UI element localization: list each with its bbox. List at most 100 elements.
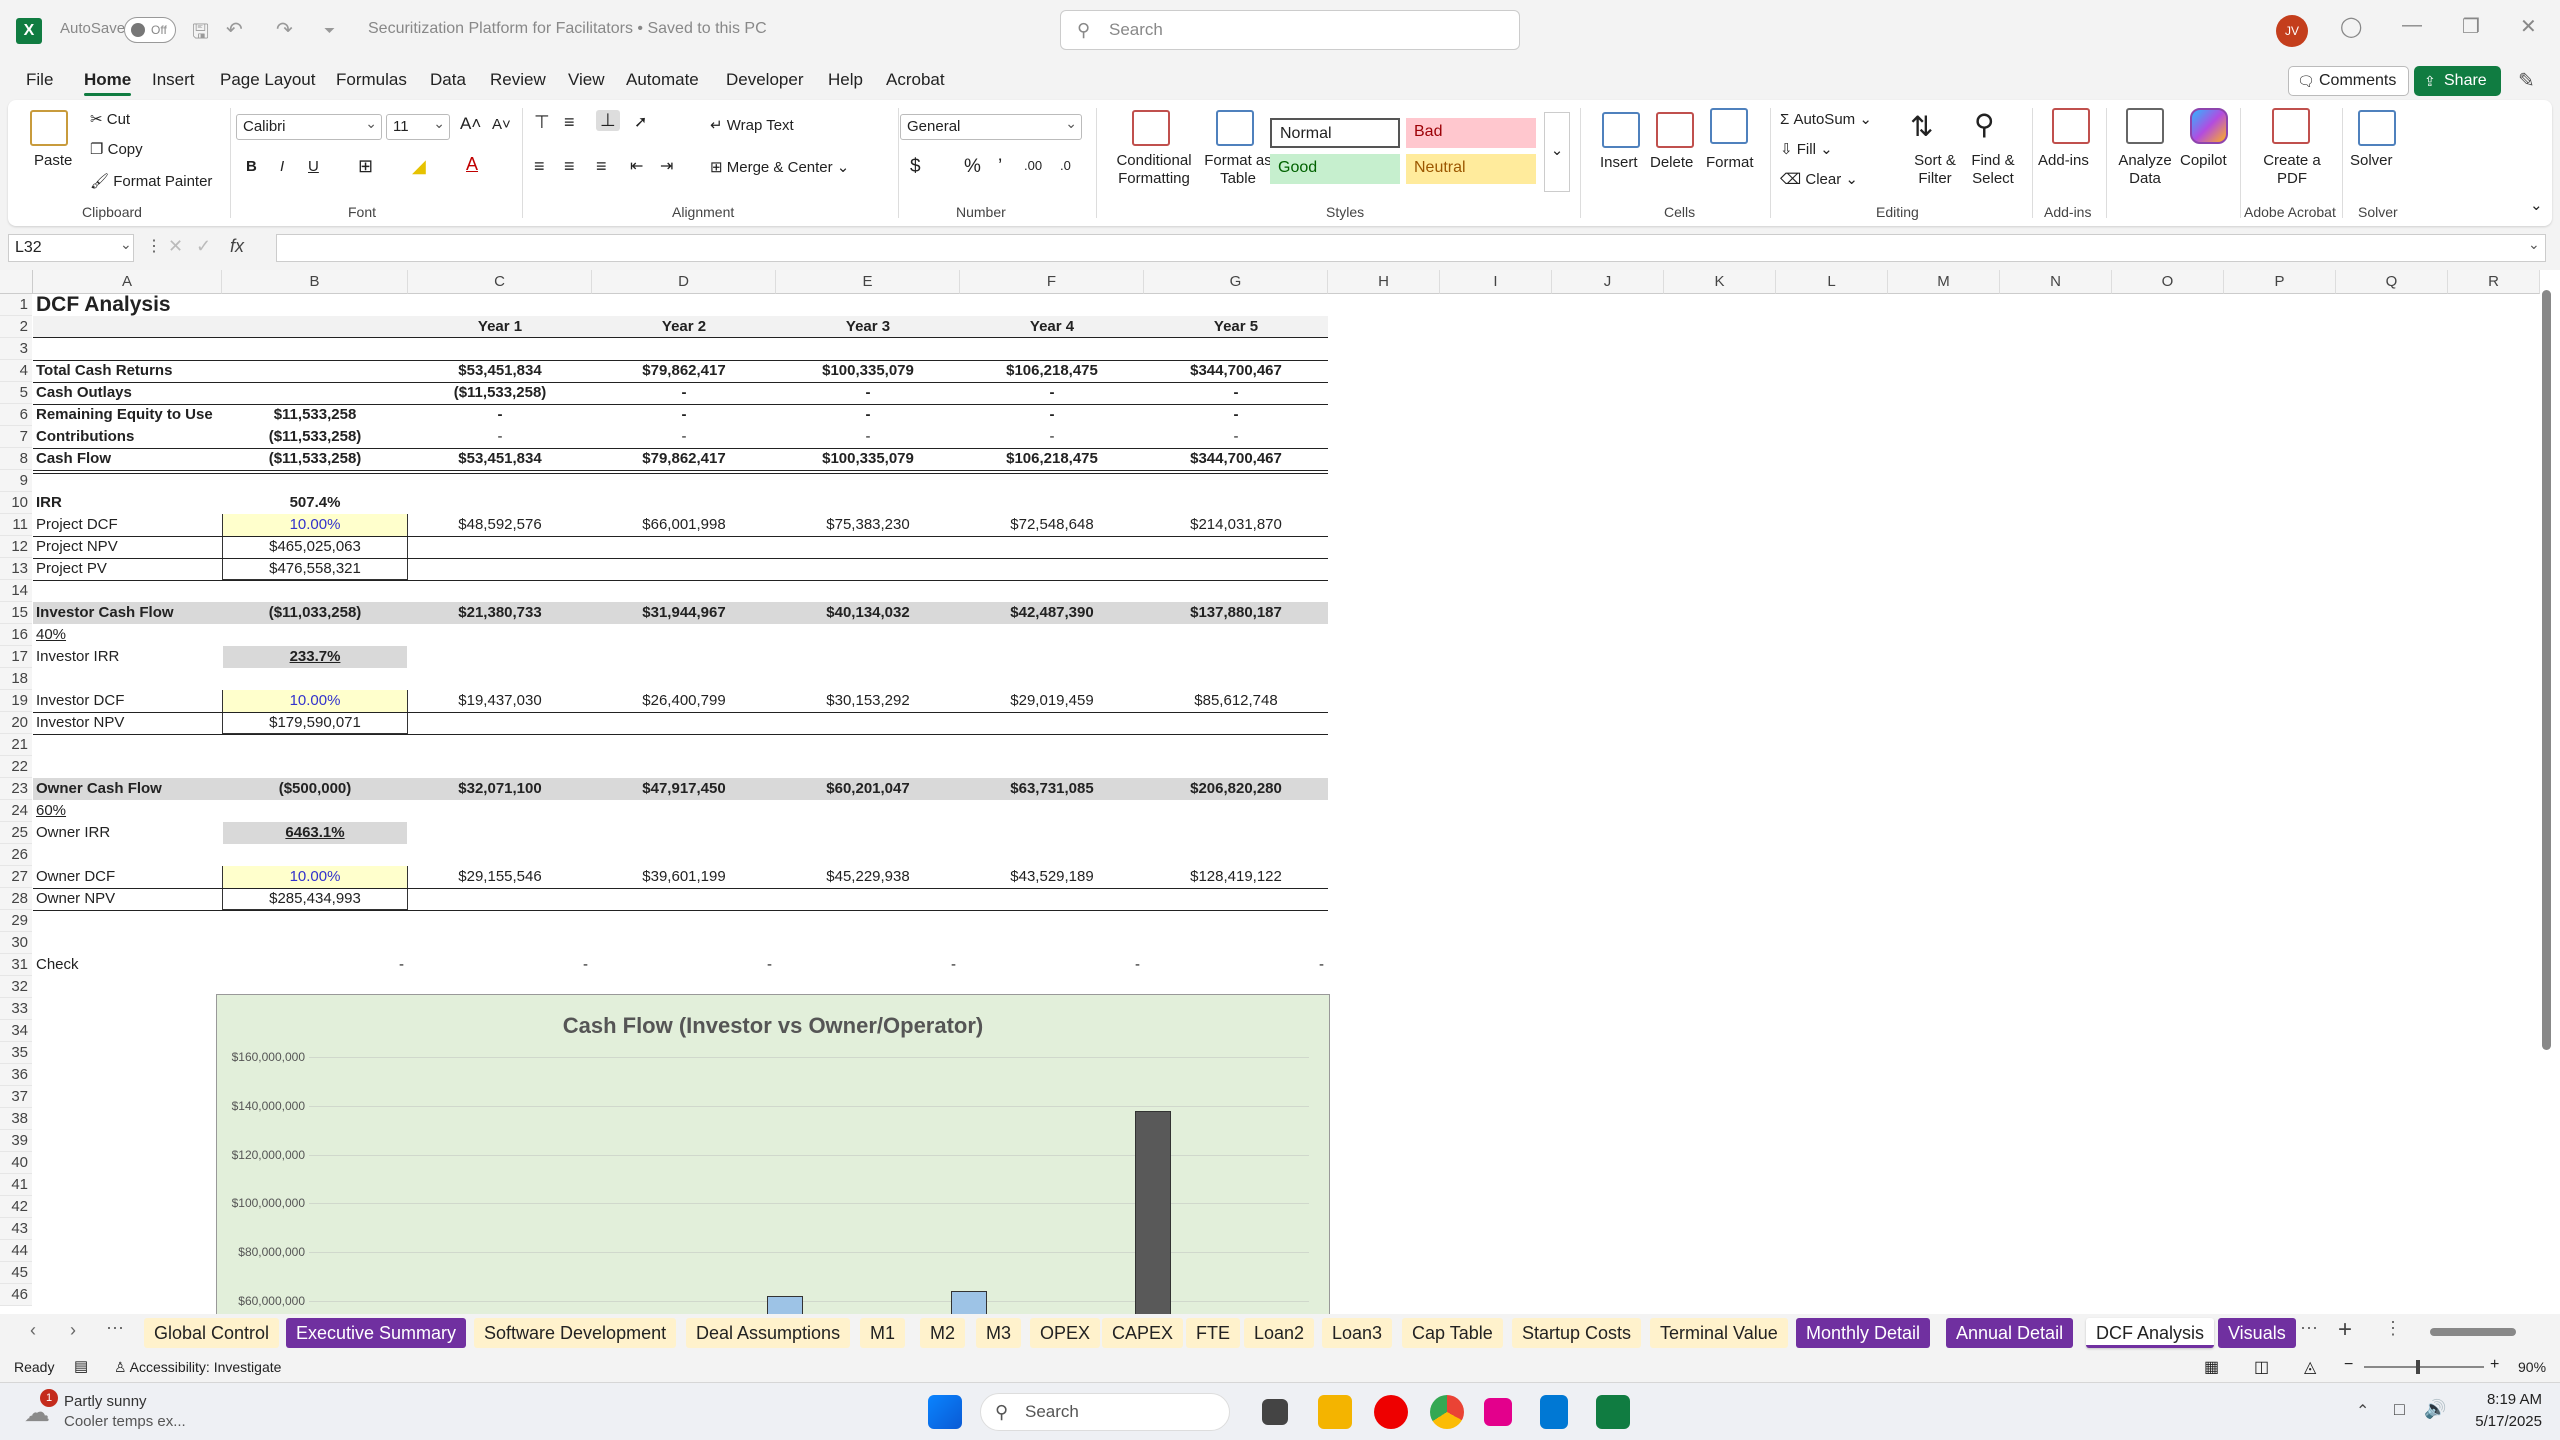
year-value[interactable]: $39,601,199 [592,866,776,888]
decrease-font-icon[interactable]: A˅ [492,116,511,133]
year-value[interactable]: $30,153,292 [776,690,960,712]
year-value[interactable]: - [592,404,776,426]
column-header[interactable]: R [2448,270,2540,294]
row-header[interactable]: 23 [0,778,32,800]
create-pdf-icon[interactable] [2272,108,2310,144]
row-header[interactable]: 3 [0,338,32,360]
column-header[interactable]: G [1144,270,1328,294]
row-label[interactable]: Contributions [36,426,216,448]
copilot-pane-icon[interactable]: ✎ [2518,68,2535,93]
year-value[interactable]: $106,218,475 [960,448,1144,470]
sheet-tab[interactable]: Cap Table [1402,1318,1503,1348]
sheet-tab[interactable]: Annual Detail [1946,1318,2074,1348]
row-label[interactable]: Cash Outlays [36,382,216,404]
tab-help[interactable]: Help [828,70,863,90]
expand-formula-icon[interactable]: ⌄ [2528,236,2540,253]
year-header[interactable]: Year 3 [776,316,960,338]
sheet-tab[interactable]: Software Development [474,1318,677,1348]
excel-taskbar-icon[interactable] [1596,1395,1630,1429]
font-size-select[interactable]: 11 [386,111,450,140]
row-header[interactable]: 17 [0,646,32,668]
create-pdf-button[interactable]: Create a PDF [2258,152,2326,188]
insert-cells-icon[interactable] [1602,112,1640,148]
tab-formulas[interactable]: Formulas [336,70,407,90]
conditional-formatting-button[interactable]: Conditional Formatting [1108,152,1200,188]
vertical-scroll-thumb[interactable] [2542,290,2551,1050]
tab-file[interactable]: File [26,70,53,90]
year-header[interactable]: Year 4 [960,316,1144,338]
year-value[interactable]: $47,917,450 [592,778,776,800]
increase-font-icon[interactable]: A˄ [460,114,481,134]
borders-icon[interactable]: ⊞ [358,156,373,177]
row-label[interactable]: Check [36,954,216,976]
tab-data[interactable]: Data [430,70,466,90]
align-bottom-icon[interactable]: ⊥ [596,110,620,131]
autosave-toggle[interactable]: Off [124,17,176,43]
year-value[interactable]: $79,862,417 [592,448,776,470]
year-value[interactable]: $29,019,459 [960,690,1144,712]
customize-qat-icon[interactable]: ⏷ [324,22,335,39]
style-good[interactable]: Good [1270,154,1400,184]
row-header[interactable]: 21 [0,734,32,756]
increase-decimal-icon[interactable]: .00 [1024,158,1042,173]
sheet-title[interactable]: DCF Analysis [36,294,336,316]
page-break-view-icon[interactable]: ◬ [2304,1357,2316,1377]
align-left-icon[interactable]: ≡ [534,156,545,177]
row-header[interactable]: 43 [0,1218,32,1240]
enter-icon[interactable]: ✓ [196,236,211,257]
zoom-level[interactable]: 90% [2518,1359,2546,1375]
decrease-decimal-icon[interactable]: .0 [1060,158,1071,173]
year-value[interactable]: - [592,426,776,448]
currency-icon[interactable]: $ [910,156,921,178]
start-icon[interactable] [928,1395,962,1429]
row-header[interactable]: 33 [0,998,32,1020]
row-label[interactable]: Investor DCF [36,690,216,712]
normal-view-icon[interactable]: ▦ [2204,1357,2219,1377]
find-select-button[interactable]: Find & Select [1960,152,2026,188]
paste-icon[interactable] [30,110,68,146]
column-header[interactable]: P [2224,270,2336,294]
cell-b[interactable]: $465,025,063 [222,536,408,558]
row-header[interactable]: 6 [0,404,32,426]
row-header[interactable]: 37 [0,1086,32,1108]
row-header[interactable]: 31 [0,954,32,976]
vertical-scrollbar[interactable] [2540,274,2554,1304]
undo-icon[interactable]: ↶ [226,17,243,42]
year-value[interactable]: $79,862,417 [592,360,776,382]
file-explorer-icon[interactable] [1318,1395,1352,1429]
prev-sheet-icon[interactable]: ‹ [30,1320,36,1341]
year-value[interactable]: $60,201,047 [776,778,960,800]
year-value[interactable]: - [776,382,960,404]
sheet-tab[interactable]: OPEX [1030,1318,1101,1348]
year-value[interactable]: $75,383,230 [776,514,960,536]
column-header[interactable]: K [1664,270,1776,294]
fill-color-icon[interactable]: ◢ [412,156,426,177]
row-header[interactable]: 20 [0,712,32,734]
increase-indent-icon[interactable]: ⇥ [660,156,673,176]
year-value[interactable]: $43,529,189 [960,866,1144,888]
year-header[interactable]: Year 5 [1144,316,1328,338]
task-view-icon[interactable] [1262,1399,1288,1425]
name-box-dropdown-icon[interactable]: ⌄ [120,236,132,253]
chart-bar[interactable] [951,1291,987,1314]
irr-value[interactable]: 507.4% [222,492,408,514]
cancel-icon[interactable]: ✕ [168,236,183,257]
accessibility-status[interactable]: ♙ Accessibility: Investigate [114,1359,281,1376]
tab-options-icon[interactable]: ⋮ [2384,1318,2402,1339]
year-value[interactable]: $29,155,546 [408,866,592,888]
tab-automate[interactable]: Automate [626,70,699,90]
align-center-icon[interactable]: ≡ [564,156,575,177]
more-sheets-right-icon[interactable]: ⋯ [2300,1318,2318,1339]
column-header[interactable]: L [1776,270,1888,294]
column-header[interactable]: J [1552,270,1664,294]
insert-button[interactable]: Insert [1600,154,1638,171]
year-value[interactable]: $63,731,085 [960,778,1144,800]
row-label[interactable]: Investor IRR [36,646,216,668]
tab-home[interactable]: Home [84,70,132,96]
network-icon[interactable]: □ [2394,1399,2405,1420]
year-value[interactable]: $53,451,834 [408,448,592,470]
sheet-tab[interactable]: M3 [976,1318,1022,1348]
analyze-data-button[interactable]: Analyze Data [2112,152,2178,188]
row-label[interactable]: Project PV [36,558,216,580]
close-icon[interactable]: ✕ [2520,14,2537,39]
